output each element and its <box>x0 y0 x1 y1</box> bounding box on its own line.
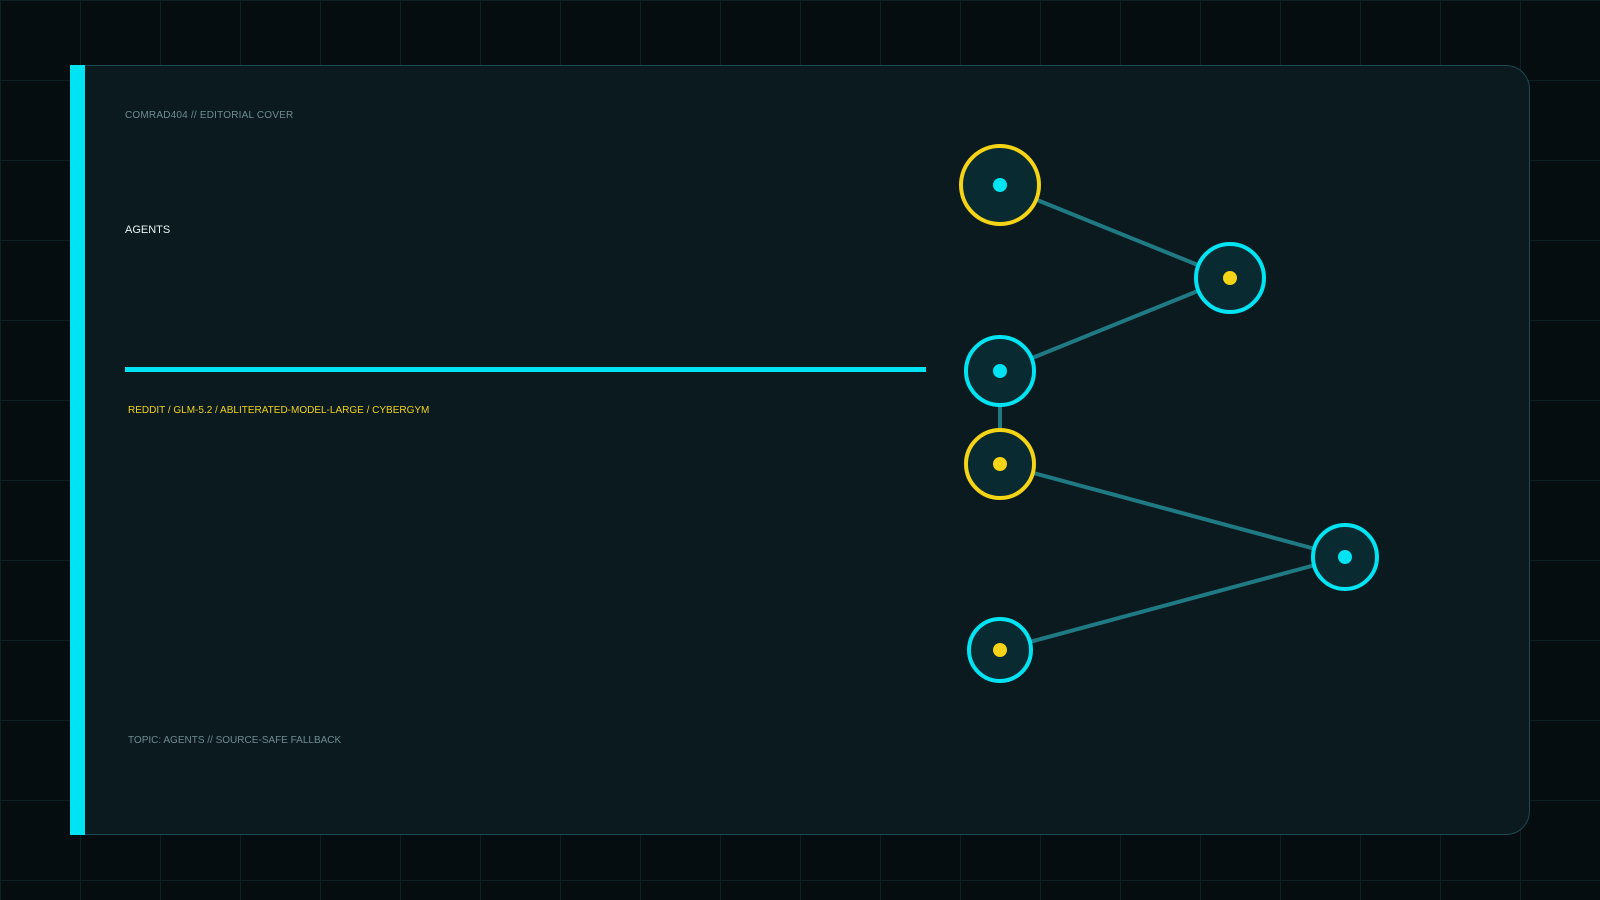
accent-bar <box>70 65 85 835</box>
divider-rule <box>125 367 926 372</box>
page-title: AGENTS <box>125 224 171 236</box>
kicker-label: COMRAD404 // EDITORIAL COVER <box>125 110 294 121</box>
footer-note: TOPIC: AGENTS // SOURCE-SAFE FALLBACK <box>128 735 342 746</box>
cover-card <box>70 65 1530 835</box>
source-tags: REDDIT / GLM-5.2 / ABLITERATED-MODEL-LAR… <box>128 405 430 416</box>
